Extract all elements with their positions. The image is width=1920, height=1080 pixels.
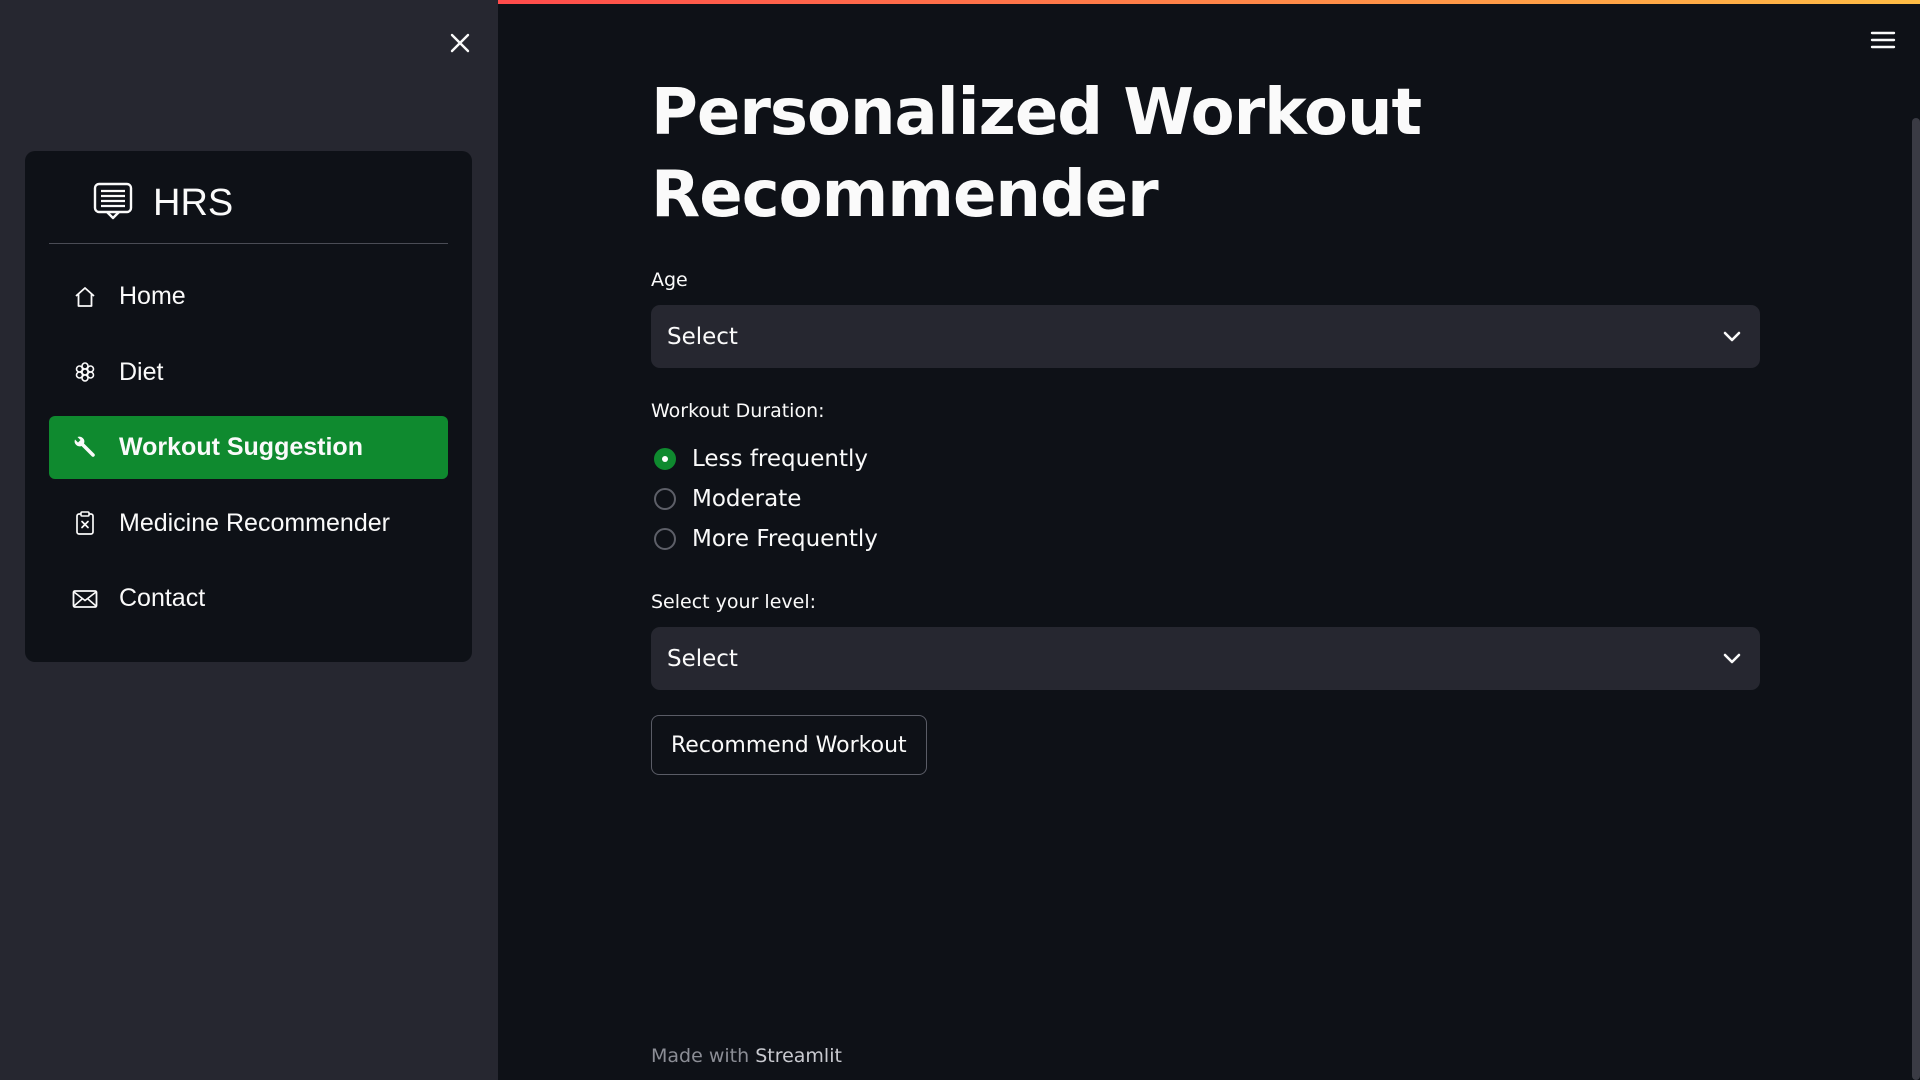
footer-prefix: Made with — [651, 1045, 756, 1067]
level-label: Select your level: — [651, 591, 816, 613]
recommend-workout-button[interactable]: Recommend Workout — [651, 715, 927, 775]
scrollbar[interactable] — [1912, 118, 1920, 1080]
age-label: Age — [651, 269, 688, 291]
sidebar-item-label: Contact — [119, 584, 206, 612]
option-menu: HRS Home Diet Workout Suggestion Medicin… — [25, 151, 472, 662]
menu-title: HRS — [153, 182, 234, 224]
radio-button[interactable] — [654, 488, 676, 510]
chevron-down-icon — [1723, 653, 1741, 663]
level-select-value: Select — [667, 645, 738, 672]
radio-button[interactable] — [654, 448, 676, 470]
radio-label: Moderate — [692, 486, 802, 512]
clipboard-x-icon — [71, 509, 99, 537]
sidebar-item-home[interactable]: Home — [49, 265, 448, 328]
footer: Made with Streamlit — [651, 1045, 842, 1067]
sidebar-item-diet[interactable]: Diet — [49, 341, 448, 404]
sidebar-item-label: Home — [119, 282, 186, 310]
page-title: Personalized Workout Recommender — [651, 72, 1651, 236]
sidebar-item-medicine-recommender[interactable]: Medicine Recommender — [49, 492, 448, 555]
sidebar-item-label: Medicine Recommender — [119, 508, 390, 537]
radio-button[interactable] — [654, 528, 676, 550]
sidebar-item-contact[interactable]: Contact — [49, 567, 448, 630]
chevron-down-icon — [1723, 331, 1741, 341]
menu-header: HRS — [49, 181, 448, 244]
radio-label: More Frequently — [692, 526, 878, 552]
hamburger-icon — [1870, 31, 1896, 49]
flower-icon — [71, 358, 99, 386]
close-sidebar-button[interactable] — [443, 26, 477, 60]
level-select[interactable]: Select — [651, 627, 1760, 690]
radio-label: Less frequently — [692, 446, 868, 472]
envelope-icon — [71, 585, 99, 613]
page-title-line-2: Recommender — [651, 158, 1159, 232]
radio-option-moderate[interactable]: Moderate — [654, 484, 801, 514]
radio-option-less-frequently[interactable]: Less frequently — [654, 444, 868, 474]
sidebar: HRS Home Diet Workout Suggestion Medicin… — [0, 0, 498, 1080]
footer-streamlit-link[interactable]: Streamlit — [755, 1045, 842, 1067]
sidebar-item-label: Workout Suggestion — [119, 433, 363, 461]
wrench-icon — [71, 434, 99, 462]
age-select[interactable]: Select — [651, 305, 1760, 368]
close-icon — [450, 33, 470, 53]
top-decoration-bar — [498, 0, 1920, 4]
house-icon — [71, 283, 99, 311]
main-menu-button[interactable] — [1868, 28, 1898, 52]
sidebar-item-label: Diet — [119, 357, 164, 386]
radio-option-more-frequently[interactable]: More Frequently — [654, 524, 878, 554]
menu-list: Home Diet Workout Suggestion Medicine Re… — [49, 265, 448, 643]
age-select-value: Select — [667, 323, 738, 350]
list-card-icon — [93, 182, 133, 220]
page-title-line-1: Personalized Workout — [651, 76, 1422, 150]
sidebar-item-workout-suggestion[interactable]: Workout Suggestion — [49, 416, 448, 479]
workout-duration-label: Workout Duration: — [651, 400, 825, 422]
